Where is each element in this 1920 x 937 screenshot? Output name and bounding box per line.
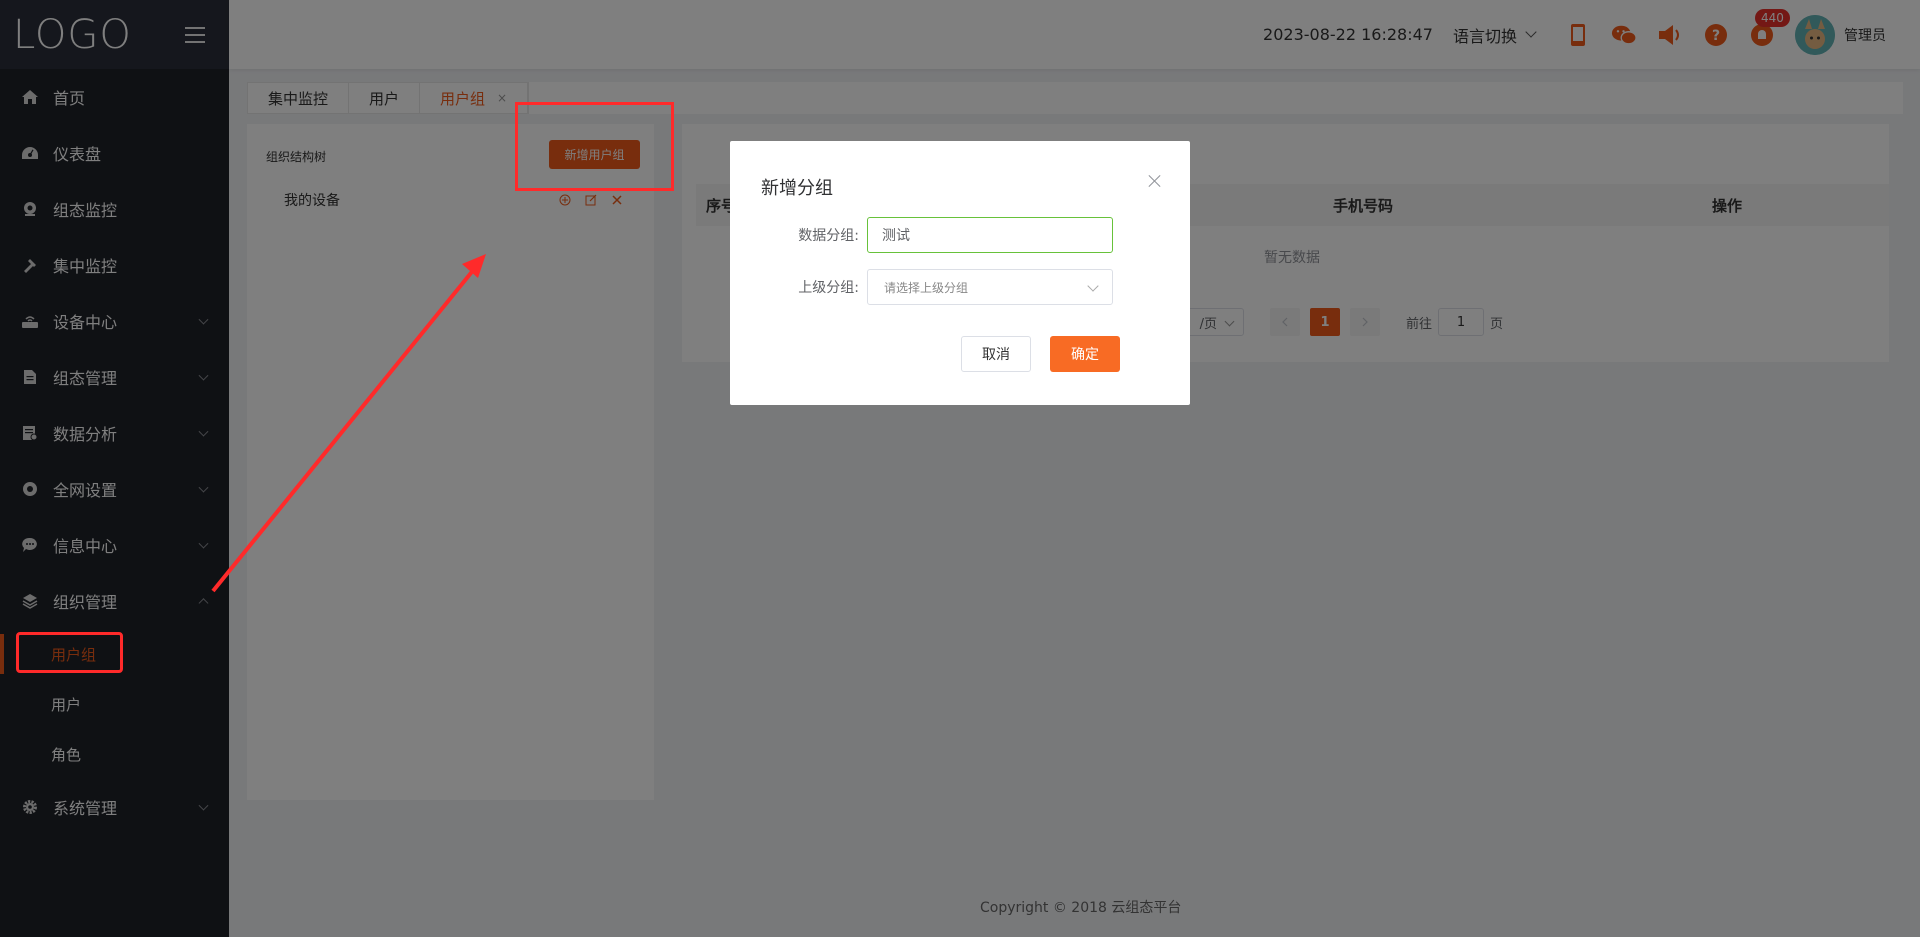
- parent-group-select[interactable]: 请选择上级分组: [867, 269, 1113, 305]
- confirm-button[interactable]: 确定: [1050, 336, 1120, 372]
- cancel-button[interactable]: 取消: [961, 336, 1031, 372]
- group-field-label: 数据分组:: [798, 228, 859, 244]
- add-group-dialog: 新增分组 数据分组: 测试 上级分组: 请选择上级分组 取消 确定: [730, 141, 1190, 405]
- parent-field-label: 上级分组:: [798, 280, 859, 296]
- form-row-group: 数据分组: 测试: [730, 217, 1113, 253]
- close-icon[interactable]: [1148, 174, 1162, 188]
- dialog-title: 新增分组: [761, 178, 833, 199]
- form-row-parent: 上级分组: 请选择上级分组: [730, 269, 1113, 305]
- group-name-input[interactable]: 测试: [867, 217, 1113, 253]
